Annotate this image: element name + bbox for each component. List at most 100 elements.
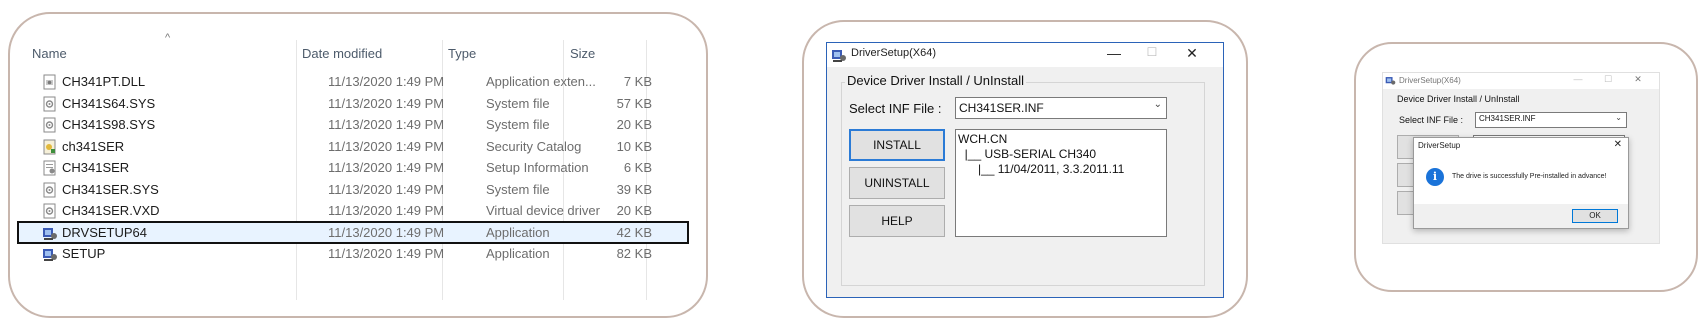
file-type: Virtual device driver [486, 203, 600, 218]
setup-app-icon [1385, 77, 1396, 85]
file-row[interactable]: ch341SER 11/13/2020 1:49 PM Security Catal… [18, 136, 688, 158]
group-label: Device Driver Install / UnInstall [1397, 94, 1520, 104]
file-type: System file [486, 117, 550, 132]
close-icon[interactable]: ✕ [1177, 45, 1207, 63]
dialog-title: DriverSetup [1418, 141, 1461, 150]
system-file-icon [43, 117, 56, 133]
close-icon[interactable]: ✕ [1614, 139, 1622, 150]
inf-file-label: Select INF File : [849, 101, 942, 116]
file-name: SETUP [62, 246, 106, 261]
file-row[interactable]: CH341SER.SYS 11/13/2020 1:49 PM System fil… [18, 179, 688, 201]
column-header-type[interactable]: Type [448, 46, 476, 61]
column-header-size[interactable]: Size [570, 46, 595, 61]
driver-setup-window-background: DriverSetup(X64) — ☐ ✕ Device Driver Ins… [1382, 72, 1660, 244]
file-date-modified: 11/13/2020 1:49 PM [328, 224, 445, 240]
file-size: 20 KB [616, 203, 652, 218]
minimize-icon[interactable]: — [1099, 45, 1129, 63]
install-button[interactable]: INSTALL [849, 129, 945, 161]
success-dialog: DriverSetup ✕ i The drive is successfull… [1413, 137, 1629, 229]
file-size: 82 KB [616, 246, 652, 261]
setup-info-icon [43, 160, 56, 176]
file-name: CH341PT.DLL [62, 74, 146, 89]
uninstall-button[interactable]: UNINSTALL [849, 167, 945, 199]
file-date-modified: 11/13/2020 1:49 PM [328, 160, 445, 175]
file-type: Security Catalog [486, 138, 582, 154]
title-bar: DriverSetup(X64) — ☐ ✕ [1383, 73, 1659, 89]
file-explorer-panel: ^ Name Date modified Type Size CH341PT.D… [8, 12, 708, 318]
file-name: CH341SER.SYS [62, 181, 159, 197]
file-type: Application [486, 246, 550, 261]
file-row[interactable]: CH341S98.SYS 11/13/2020 1:49 PM System fil… [18, 114, 688, 136]
window-title: DriverSetup(X64) [1399, 76, 1461, 85]
inf-file-dropdown[interactable]: CH341SER.INF ⌄ [955, 97, 1167, 119]
system-file-icon [43, 96, 56, 111]
system-file-icon [43, 203, 56, 219]
inf-file-value: CH341SER.INF [959, 101, 1044, 115]
file-type: Application exten... [486, 74, 596, 89]
file-type: System file [486, 181, 550, 197]
file-list: ^ Name Date modified Type Size CH341PT.D… [10, 14, 706, 316]
install-success-panel: DriverSetup(X64) — ☐ ✕ Device Driver Ins… [1354, 42, 1698, 292]
file-row[interactable]: DRVSETUP64 11/13/2020 1:49 PM Application 4… [17, 220, 689, 244]
close-icon: ✕ [1634, 74, 1642, 84]
file-row[interactable]: SETUP 11/13/2020 1:49 PM Application 82 KB [18, 243, 688, 265]
file-date-modified: 11/13/2020 1:49 PM [328, 181, 445, 197]
info-icon: i [1426, 168, 1444, 186]
dialog-footer: OK [1414, 204, 1628, 228]
minimize-icon: — [1573, 74, 1583, 84]
ok-button[interactable]: OK [1572, 209, 1618, 223]
chevron-down-icon: ⌄ [1153, 99, 1162, 110]
file-type: Application [486, 224, 550, 240]
driver-setup-panel: DriverSetup(X64) — ☐ ✕ Device Driver Ins… [802, 20, 1248, 318]
file-name: ch341SER [62, 138, 125, 154]
group-label: Device Driver Install / UnInstall [845, 73, 1026, 88]
file-row[interactable]: CH341PT.DLL 11/13/2020 1:49 PM Application… [18, 71, 688, 93]
sort-ascending-icon: ^ [165, 32, 171, 44]
system-file-icon [43, 182, 56, 197]
file-date-modified: 11/13/2020 1:49 PM [328, 203, 445, 218]
dialog-message: The drive is successfully Pre-installed … [1452, 173, 1607, 180]
help-button[interactable]: HELP [849, 205, 945, 237]
setup-app-icon [832, 50, 846, 62]
file-size: 6 KB [623, 160, 652, 175]
inf-file-value: CH341SER.INF [1479, 114, 1536, 123]
file-size: 42 KB [616, 224, 652, 240]
driver-info-box: WCH.CN |__ USB-SERIAL CH340 |__ 11/04/20… [955, 129, 1167, 237]
inf-file-dropdown: CH341SER.INF ⌄ [1475, 112, 1627, 128]
file-row[interactable]: CH341SER 11/13/2020 1:49 PM Setup Informat… [18, 157, 688, 179]
file-size: 7 KB [623, 74, 652, 89]
info-line: |__ USB-SERIAL CH340 [958, 147, 1097, 161]
file-name: CH341SER.VXD [62, 203, 160, 218]
maximize-icon[interactable]: ☐ [1137, 45, 1167, 63]
file-date-modified: 11/13/2020 1:49 PM [328, 74, 445, 89]
file-type: Setup Information [486, 160, 589, 175]
file-type: System file [486, 95, 550, 111]
file-date-modified: 11/13/2020 1:49 PM [328, 138, 445, 154]
security-catalog-icon [43, 139, 56, 154]
file-row[interactable]: CH341S64.SYS 11/13/2020 1:49 PM System fil… [18, 93, 688, 115]
file-name: CH341SER [62, 160, 130, 175]
info-line: WCH.CN [958, 132, 1008, 146]
file-size: 39 KB [616, 181, 652, 197]
title-bar[interactable]: DriverSetup(X64) — ☐ ✕ [827, 43, 1223, 67]
driver-setup-window: DriverSetup(X64) — ☐ ✕ Device Driver Ins… [826, 42, 1224, 298]
column-header-name[interactable]: Name [32, 46, 67, 61]
info-line: |__ 11/04/2011, 3.3.2011.11 [958, 162, 1125, 176]
file-row[interactable]: CH341SER.VXD 11/13/2020 1:49 PM Virtual de… [18, 200, 688, 222]
file-date-modified: 11/13/2020 1:49 PM [328, 246, 445, 261]
chevron-down-icon: ⌄ [1615, 113, 1622, 122]
setup-app-icon [43, 249, 57, 261]
maximize-icon: ☐ [1603, 74, 1613, 84]
setup-app-icon [43, 227, 57, 240]
file-name: DRVSETUP64 [62, 224, 148, 240]
file-name: CH341S98.SYS [62, 117, 156, 132]
file-size: 20 KB [616, 117, 652, 132]
file-size: 57 KB [616, 95, 652, 111]
window-title: DriverSetup(X64) [851, 47, 936, 59]
file-name: CH341S64.SYS [62, 95, 156, 111]
inf-file-label: Select INF File : [1399, 115, 1464, 125]
file-date-modified: 11/13/2020 1:49 PM [328, 117, 445, 132]
dll-file-icon [43, 74, 56, 90]
column-header-date[interactable]: Date modified [302, 46, 382, 61]
file-date-modified: 11/13/2020 1:49 PM [328, 95, 445, 111]
